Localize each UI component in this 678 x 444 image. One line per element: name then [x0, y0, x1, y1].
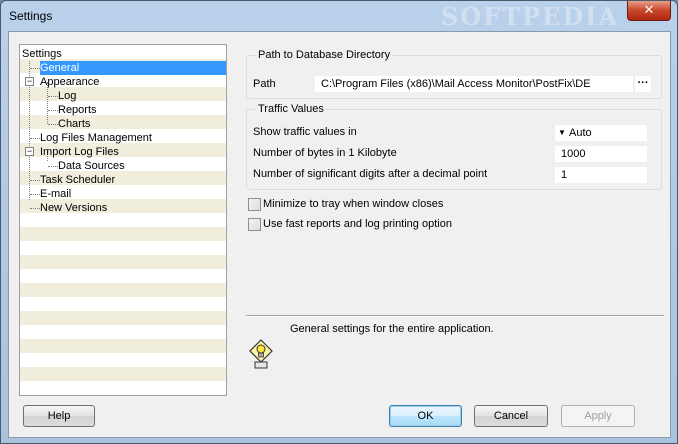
tree-connector — [48, 124, 58, 125]
path-group-title: Path to Database Directory — [256, 49, 393, 61]
tree-item-log[interactable]: Log — [58, 89, 76, 103]
bytes-per-kilobyte-field[interactable]: 1000 — [555, 146, 647, 162]
tree-connector — [30, 68, 40, 69]
softpedia-watermark: SOFTPEDIA — [441, 2, 620, 31]
apply-button[interactable]: Apply — [561, 405, 635, 427]
window-title: Settings — [9, 9, 53, 23]
tree-connector — [48, 166, 58, 167]
dialog-client-area: Settings General − Appearance Log Report… — [8, 31, 671, 438]
tree-item-charts[interactable]: Charts — [58, 117, 90, 131]
browse-path-button[interactable]: ··· — [635, 76, 651, 92]
show-traffic-label: Show traffic values in — [253, 126, 357, 138]
path-label: Path — [253, 78, 276, 90]
tree-item-data-sources[interactable]: Data Sources — [58, 159, 125, 173]
tree-connector — [30, 180, 40, 181]
tree-item-appearance[interactable]: Appearance — [40, 75, 99, 89]
chevron-down-icon: ▼ — [558, 128, 566, 137]
fast-reports-label[interactable]: Use fast reports and log printing option — [263, 218, 452, 230]
tree-connector — [30, 208, 40, 209]
tree-item-general[interactable]: General — [40, 61, 226, 75]
traffic-unit-dropdown[interactable]: ▼ Auto — [555, 125, 647, 141]
minimize-to-tray-label[interactable]: Minimize to tray when window closes — [263, 198, 443, 210]
traffic-values-group: Traffic Values Show traffic values in ▼ … — [246, 103, 662, 190]
info-separator — [246, 315, 664, 317]
tree-item-task-scheduler[interactable]: Task Scheduler — [40, 173, 115, 187]
cancel-button[interactable]: Cancel — [474, 405, 548, 427]
fast-reports-checkbox[interactable] — [248, 218, 261, 231]
tree-connector — [30, 138, 40, 139]
settings-window: Settings SOFTPEDIA ✕ Settings General − … — [0, 0, 678, 444]
tree-root-settings[interactable]: Settings — [22, 47, 62, 61]
tree-item-e-mail[interactable]: E-mail — [40, 187, 71, 201]
tree-connector — [48, 96, 58, 97]
tree-background — [20, 45, 226, 395]
close-button[interactable]: ✕ — [627, 1, 671, 21]
collapse-appearance-icon[interactable]: − — [25, 77, 34, 86]
tree-item-log-files-management[interactable]: Log Files Management — [40, 131, 152, 145]
lightbulb-info-icon — [249, 339, 273, 369]
significant-digits-label: Number of significant digits after a dec… — [253, 168, 488, 180]
info-description: General settings for the entire applicat… — [290, 323, 494, 335]
help-button[interactable]: Help — [23, 405, 95, 427]
minimize-to-tray-checkbox[interactable] — [248, 198, 261, 211]
traffic-unit-value: Auto — [569, 127, 592, 139]
path-group: Path to Database Directory Path C:\Progr… — [246, 49, 662, 99]
tree-item-reports[interactable]: Reports — [58, 103, 97, 117]
tree-item-new-versions[interactable]: New Versions — [40, 201, 107, 215]
settings-tree[interactable]: Settings General − Appearance Log Report… — [19, 44, 227, 396]
title-bar[interactable]: Settings SOFTPEDIA ✕ — [1, 1, 677, 31]
significant-digits-field[interactable]: 1 — [555, 167, 647, 183]
tree-connector — [48, 110, 58, 111]
bytes-per-kilobyte-label: Number of bytes in 1 Kilobyte — [253, 147, 397, 159]
tree-item-import-log-files[interactable]: Import Log Files — [40, 145, 119, 159]
ok-button[interactable]: OK — [389, 405, 462, 427]
database-path-field[interactable]: C:\Program Files (x86)\Mail Access Monit… — [315, 76, 633, 92]
tree-connector — [30, 194, 40, 195]
collapse-import-log-files-icon[interactable]: − — [25, 147, 34, 156]
traffic-values-title: Traffic Values — [256, 103, 326, 115]
tree-item-label: General — [40, 62, 80, 74]
